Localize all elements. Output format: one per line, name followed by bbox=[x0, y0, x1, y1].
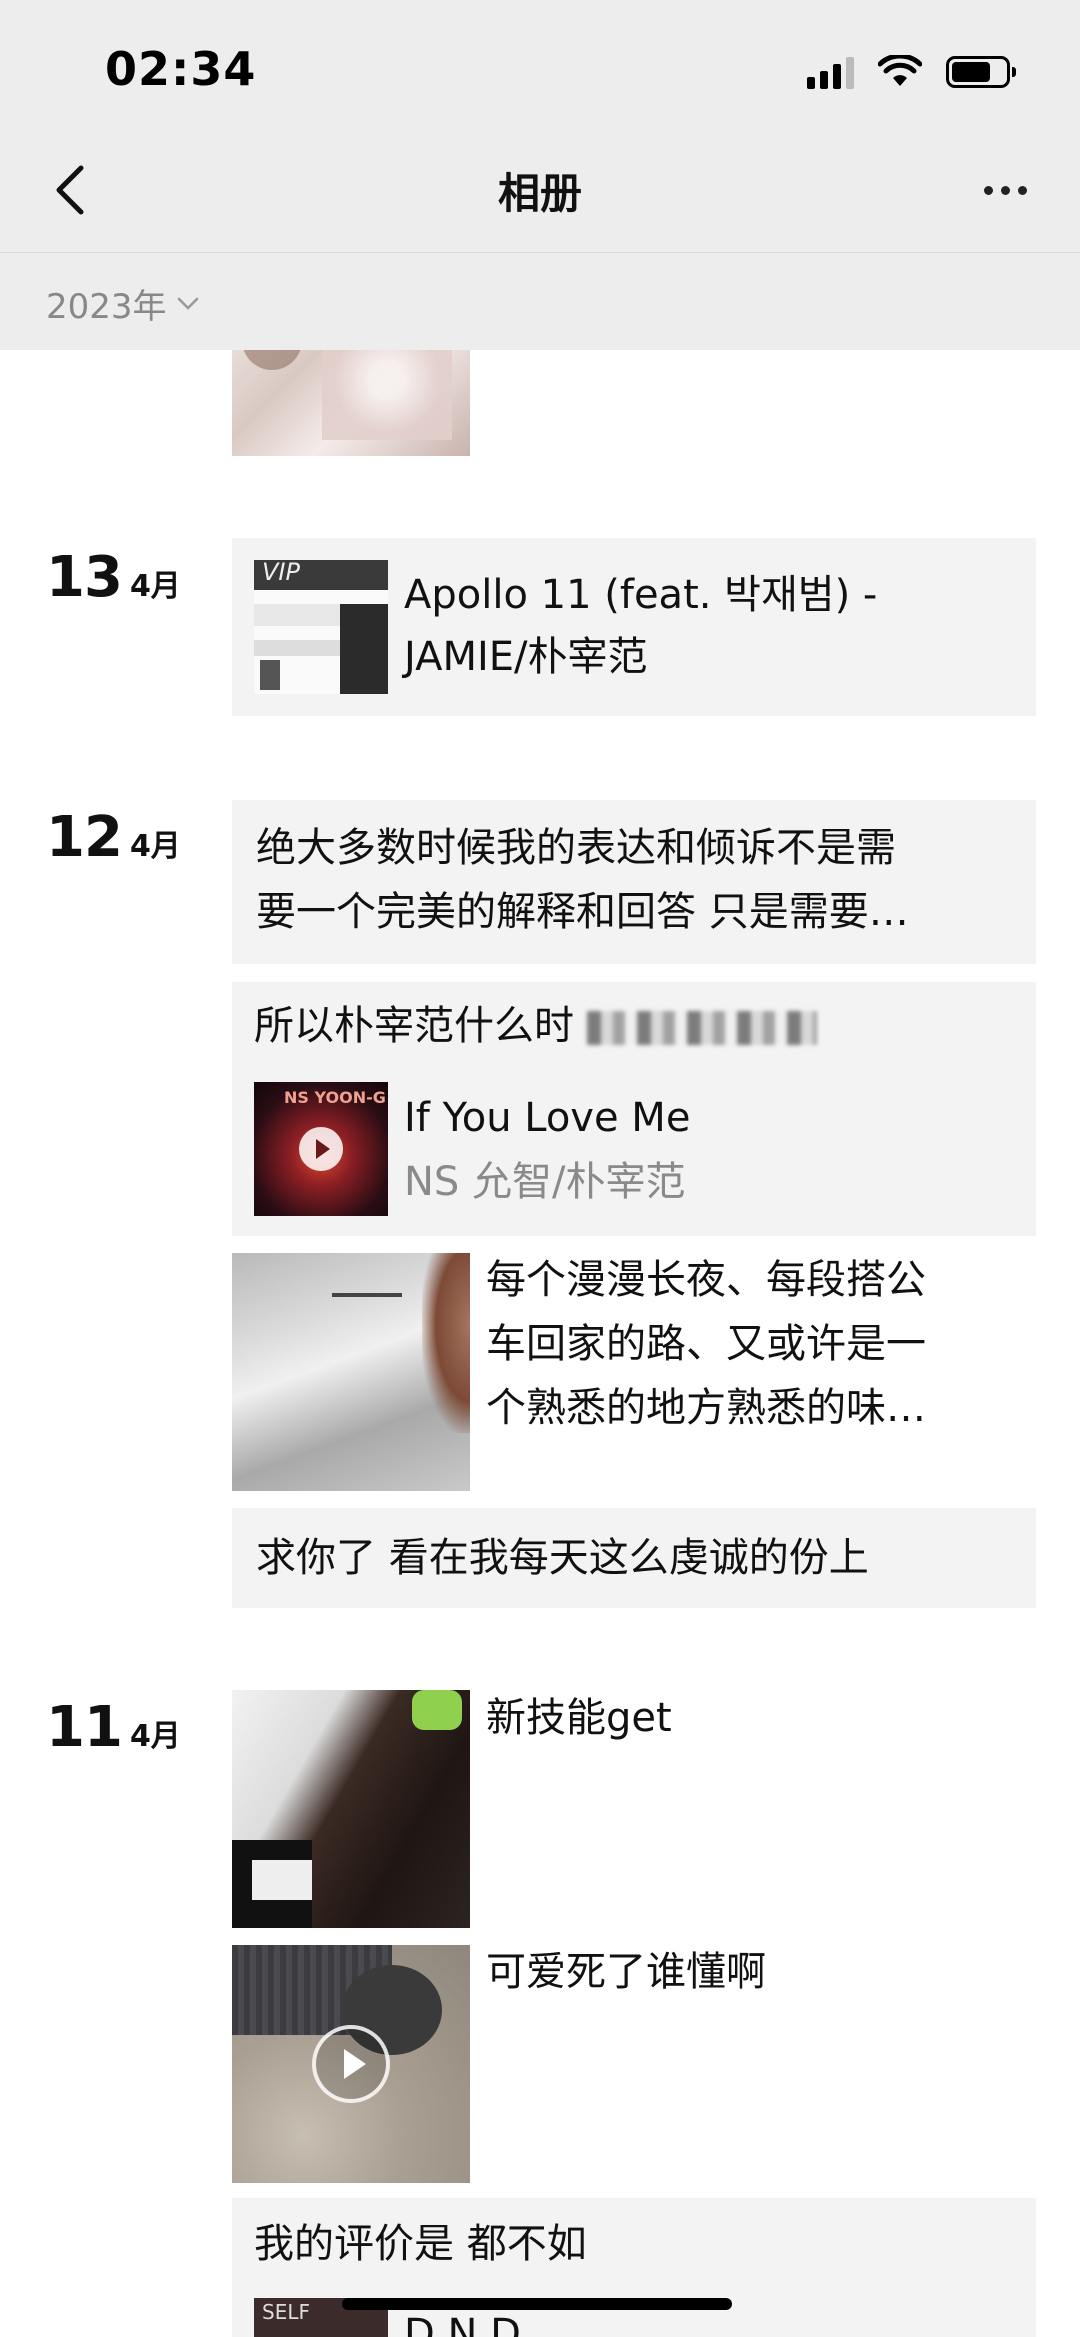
more-dot bbox=[1000, 185, 1010, 195]
music-share-card[interactable]: VIP Apollo 11 (feat. 박재범) - JAMIE/朴宰范 bbox=[232, 538, 1036, 716]
date-month: 4月 bbox=[129, 569, 181, 604]
post-caption[interactable]: 新技能get bbox=[486, 1686, 672, 1750]
text-post-card[interactable]: 求你了 看在我每天这么虔诚的份上 bbox=[232, 1508, 1036, 1608]
video-thumbnail[interactable] bbox=[232, 1945, 470, 2183]
status-time: 02:34 bbox=[105, 42, 257, 96]
post-caption: 所以朴宰范什么时 bbox=[254, 994, 817, 1058]
date-label: 12 4月 bbox=[46, 805, 181, 870]
play-icon[interactable] bbox=[312, 2025, 390, 2103]
blurred-text bbox=[586, 1011, 817, 1045]
date-label: 11 4月 bbox=[46, 1695, 181, 1760]
post-text-line: 个熟悉的地方熟悉的味… bbox=[486, 1385, 926, 1431]
post-caption[interactable]: 可爱死了谁懂啊 bbox=[486, 1940, 766, 2004]
more-dot bbox=[983, 185, 993, 195]
photo-thumbnail[interactable] bbox=[232, 1253, 470, 1491]
more-button[interactable] bbox=[970, 170, 1040, 210]
date-month: 4月 bbox=[129, 829, 181, 864]
date-day: 11 bbox=[46, 1695, 123, 1760]
year-selector[interactable]: 2023年 bbox=[46, 279, 199, 328]
signal-icon bbox=[807, 55, 854, 89]
play-icon[interactable] bbox=[299, 1127, 343, 1171]
photo-post-text[interactable]: 每个漫漫长夜、每段搭公 车回家的路、又或许是一 个熟悉的地方熟悉的味… bbox=[486, 1248, 1006, 1440]
post-text-line: 要一个完美的解释和回答 只是需要… bbox=[256, 889, 909, 935]
date-label: 13 4月 bbox=[46, 545, 181, 610]
post-caption: 我的评价是 都不如 bbox=[254, 2221, 587, 2267]
wifi-icon bbox=[878, 55, 922, 86]
song-artist: NS 允智/朴宰范 bbox=[404, 1159, 686, 1205]
nav-bar: 相册 bbox=[0, 130, 1080, 250]
vip-badge: VIP bbox=[262, 560, 300, 586]
page-title: 相册 bbox=[497, 169, 582, 218]
post-text-line: 求你了 看在我每天这么虔诚的份上 bbox=[256, 1535, 869, 1581]
status-icons bbox=[807, 50, 1016, 94]
chevron-down-icon bbox=[177, 297, 198, 310]
post-caption-text: 所以朴宰范什么时 bbox=[254, 1003, 574, 1049]
album-cover-text: SELF bbox=[262, 2300, 310, 2324]
year-filter-bar: 2023年 bbox=[0, 252, 1080, 351]
more-dot bbox=[1017, 185, 1027, 195]
home-indicator[interactable] bbox=[342, 2298, 732, 2310]
album-cover: VIP bbox=[254, 560, 388, 694]
album-cover: NS YOON-G bbox=[254, 1082, 388, 1216]
text-post-card[interactable]: 绝大多数时候我的表达和倾诉不是需 要一个完美的解释和回答 只是需要… bbox=[232, 800, 1036, 964]
music-post-card[interactable]: 所以朴宰范什么时 NS YOON-G If You Love Me NS 允智/… bbox=[232, 982, 1036, 1236]
date-month: 4月 bbox=[129, 1719, 181, 1754]
post-text-line: 绝大多数时候我的表达和倾诉不是需 bbox=[256, 825, 896, 871]
photo-thumbnail[interactable] bbox=[232, 1690, 470, 1928]
music-post-card[interactable]: 我的评价是 都不如 SELF D.N.D bbox=[232, 2198, 1036, 2337]
year-label: 2023年 bbox=[46, 287, 167, 327]
album-cover-text: NS YOON-G bbox=[284, 1088, 386, 1107]
album-page: 13 4月 VIP Apollo 11 (feat. 박재범) - JAMIE/… bbox=[0, 0, 1080, 2337]
battery-icon bbox=[946, 56, 1016, 88]
date-day: 12 bbox=[46, 805, 123, 870]
post-text-line: 车回家的路、又或许是一 bbox=[486, 1321, 926, 1367]
post-text-line: 每个漫漫长夜、每段搭公 bbox=[486, 1257, 926, 1303]
song-title: If You Love Me bbox=[404, 1095, 691, 1141]
music-title: Apollo 11 (feat. 박재범) - JAMIE/朴宰范 bbox=[404, 572, 878, 680]
date-day: 13 bbox=[46, 545, 123, 610]
header: 02:34 相册 2023年 bbox=[0, 0, 1080, 350]
